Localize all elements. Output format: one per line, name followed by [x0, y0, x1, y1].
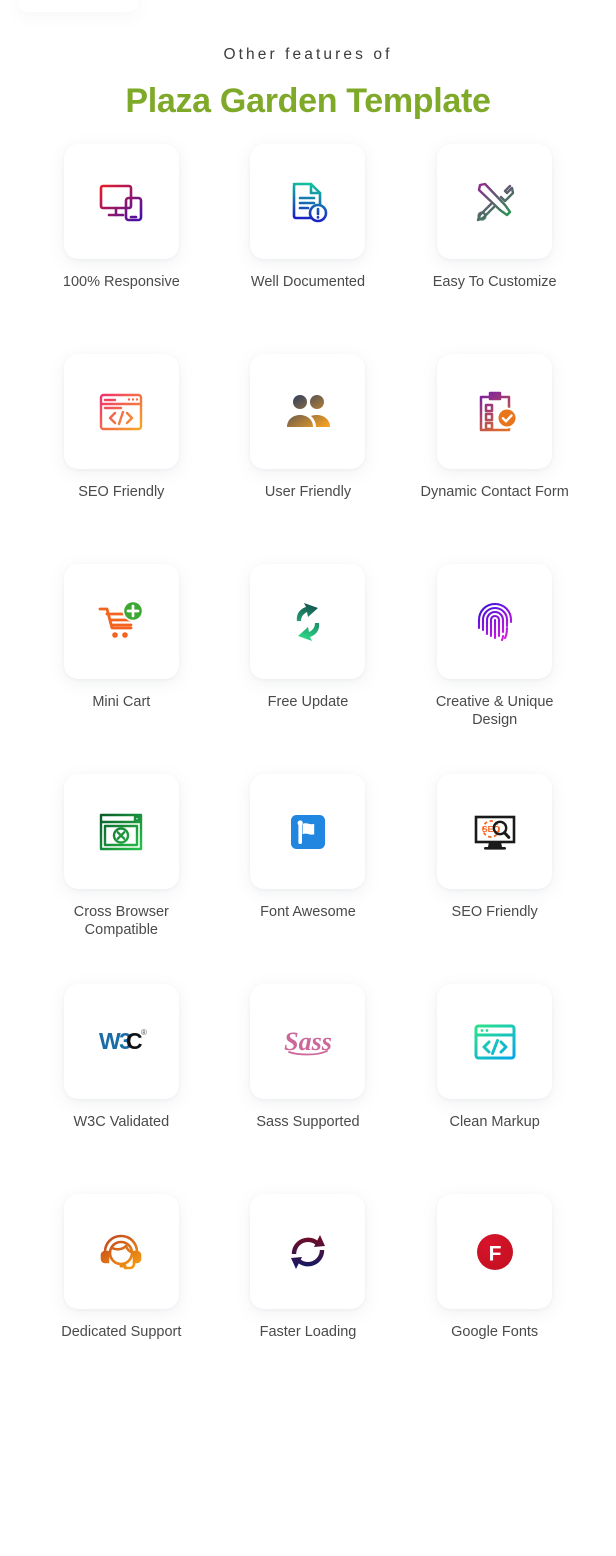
- feature-label: Faster Loading: [259, 1324, 357, 1340]
- feature-item[interactable]: W3 C ® W3C Validated: [28, 984, 215, 1194]
- wrench-screwdriver-icon: [467, 174, 523, 230]
- feature-item[interactable]: 100% Responsive: [28, 144, 215, 354]
- feature-card[interactable]: [437, 564, 553, 679]
- feature-label: Well Documented: [250, 274, 366, 290]
- feature-label: User Friendly: [264, 484, 352, 500]
- flag-icon: [280, 804, 336, 860]
- feature-card[interactable]: [63, 144, 179, 259]
- feature-card[interactable]: [437, 354, 553, 469]
- browser-code-seo-icon: [93, 384, 149, 440]
- feature-item[interactable]: User Friendly: [215, 354, 402, 564]
- monitor-seo-search-icon: SEO: [467, 804, 523, 860]
- feature-label: Google Fonts: [451, 1324, 539, 1340]
- w3c-logo-icon: W3 C ®: [93, 1014, 149, 1070]
- google-fonts-f-icon: F: [467, 1224, 523, 1280]
- feature-item[interactable]: Cross Browser Compatible: [28, 774, 215, 984]
- feature-label: SEO Friendly: [78, 484, 165, 500]
- feature-label: Font Awesome: [260, 904, 356, 920]
- feature-card[interactable]: [250, 774, 366, 889]
- feature-label: Easy To Customize: [432, 274, 557, 290]
- feature-label: 100% Responsive: [62, 274, 180, 290]
- partial-card-above: [18, 0, 138, 12]
- feature-label: Mini Cart: [92, 694, 151, 710]
- feature-card[interactable]: [250, 354, 366, 469]
- feature-card[interactable]: [250, 1194, 366, 1309]
- feature-item[interactable]: Mini Cart: [28, 564, 215, 774]
- responsive-devices-icon: [93, 174, 149, 230]
- feature-label: W3C Validated: [73, 1114, 170, 1130]
- browser-cross-icon: [93, 804, 149, 860]
- feature-label: Sass Supported: [256, 1114, 360, 1130]
- feature-item[interactable]: Dynamic Contact Form: [401, 354, 588, 564]
- feature-label: Dynamic Contact Form: [420, 484, 569, 500]
- feature-card[interactable]: [250, 144, 366, 259]
- feature-card[interactable]: [437, 144, 553, 259]
- feature-card[interactable]: F: [437, 1194, 553, 1309]
- feature-card[interactable]: W3 C ®: [63, 984, 179, 1099]
- document-alert-icon: [280, 174, 336, 230]
- two-users-icon: [280, 384, 336, 440]
- feature-item[interactable]: SEO Friendly: [28, 354, 215, 564]
- feature-item[interactable]: Easy To Customize: [401, 144, 588, 354]
- feature-item[interactable]: SEO SEO Friendly: [401, 774, 588, 984]
- feature-label: Free Update: [267, 694, 349, 710]
- refresh-arrows-icon: [280, 594, 336, 650]
- feature-item[interactable]: Creative & Unique Design: [401, 564, 588, 774]
- feature-label: Dedicated Support: [61, 1324, 182, 1340]
- feature-item[interactable]: Faster Loading: [215, 1194, 402, 1404]
- feature-label: Creative & Unique Design: [435, 694, 554, 728]
- feature-card[interactable]: Sass: [250, 984, 366, 1099]
- features-section: Other features of Plaza Garden Template …: [0, 0, 616, 1556]
- feature-item[interactable]: Sass Sass Supported: [215, 984, 402, 1194]
- feature-label: Cross Browser Compatible: [73, 904, 169, 938]
- feature-card[interactable]: [63, 774, 179, 889]
- feature-item[interactable]: Dedicated Support: [28, 1194, 215, 1404]
- headset-support-icon: [93, 1224, 149, 1280]
- features-grid: 100% Responsive Well Documented Easy To Cu…: [28, 122, 588, 1404]
- page-title: Plaza Garden Template: [125, 82, 491, 120]
- feature-card[interactable]: [250, 564, 366, 679]
- feature-label: SEO Friendly: [451, 904, 538, 920]
- browser-code-icon: [467, 1014, 523, 1070]
- feature-item[interactable]: Free Update: [215, 564, 402, 774]
- feature-card[interactable]: [63, 1194, 179, 1309]
- sync-circle-icon: [280, 1224, 336, 1280]
- feature-label: Clean Markup: [449, 1114, 540, 1130]
- shopping-cart-plus-icon: [93, 594, 149, 650]
- svg-text:F: F: [488, 1242, 501, 1265]
- feature-item[interactable]: F Google Fonts: [401, 1194, 588, 1404]
- svg-text:®: ®: [141, 1028, 147, 1037]
- clipboard-check-icon: [467, 384, 523, 440]
- fingerprint-icon: [467, 594, 523, 650]
- feature-item[interactable]: Clean Markup: [401, 984, 588, 1194]
- feature-item[interactable]: Well Documented: [215, 144, 402, 354]
- feature-item[interactable]: Font Awesome: [215, 774, 402, 984]
- sass-logo-icon: Sass: [280, 1014, 336, 1070]
- feature-card[interactable]: [437, 984, 553, 1099]
- feature-card[interactable]: [63, 564, 179, 679]
- feature-card[interactable]: SEO: [437, 774, 553, 889]
- section-subtitle: Other features of: [223, 46, 393, 63]
- feature-card[interactable]: [63, 354, 179, 469]
- section-header: Other features of Plaza Garden Template: [0, 0, 616, 122]
